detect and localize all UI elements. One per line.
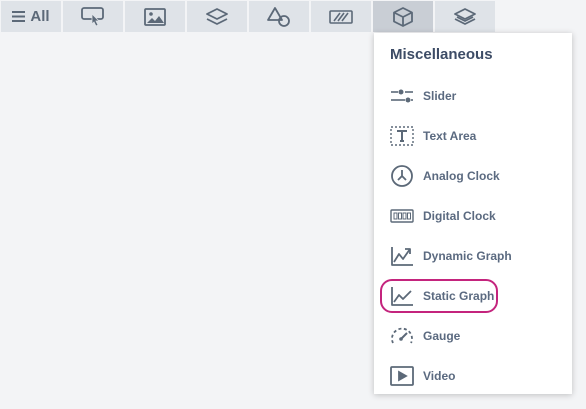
- menu-item-label: Video: [423, 369, 456, 383]
- menu-item-slider[interactable]: Slider: [382, 81, 564, 111]
- video-icon: [388, 363, 416, 389]
- text-area-icon: [388, 123, 416, 149]
- menu-item-label: Static Graph: [423, 289, 495, 303]
- tab-shapes[interactable]: [249, 1, 309, 32]
- image-icon: [144, 7, 166, 26]
- menu-item-label: Dynamic Graph: [423, 249, 512, 263]
- hatch-icon: [329, 9, 353, 24]
- tab-miscellaneous[interactable]: [373, 1, 433, 32]
- menu-item-text-area[interactable]: Text Area: [382, 121, 564, 151]
- menu-item-digital-clock[interactable]: Digital Clock: [382, 201, 564, 231]
- shapes-icon: [267, 6, 290, 27]
- menu-item-label: Analog Clock: [423, 169, 500, 183]
- gauge-icon: [388, 323, 416, 349]
- menu-item-analog-clock[interactable]: Analog Clock: [382, 161, 564, 191]
- digital-clock-icon: [388, 203, 416, 229]
- slider-icon: [388, 83, 416, 109]
- static-graph-icon: [388, 283, 416, 309]
- menu-item-label: Gauge: [423, 329, 461, 343]
- tab-all[interactable]: All: [1, 1, 61, 32]
- tab-interactions[interactable]: [63, 1, 123, 32]
- analog-clock-icon: [388, 163, 416, 189]
- menu-item-label: Digital Clock: [423, 209, 496, 223]
- tab-patterns[interactable]: [311, 1, 371, 32]
- toolbar-tabs: All: [0, 0, 586, 33]
- dynamic-graph-icon: [388, 243, 416, 269]
- menu-item-dynamic-graph[interactable]: Dynamic Graph: [382, 241, 564, 271]
- miscellaneous-dropdown: Miscellaneous Slider Text Area Analog Cl…: [374, 33, 572, 394]
- menu-item-static-graph[interactable]: Static Graph: [380, 279, 498, 313]
- layers-icon: [206, 7, 228, 25]
- hamburger-menu-icon: [12, 11, 26, 22]
- cube-icon: [393, 6, 413, 27]
- tab-images[interactable]: [125, 1, 185, 32]
- dropdown-title: Miscellaneous: [390, 46, 493, 63]
- tab-all-label: All: [30, 8, 50, 25]
- pointer-hand-icon: [81, 6, 104, 27]
- menu-item-label: Slider: [423, 89, 457, 103]
- menu-item-label: Text Area: [423, 129, 477, 143]
- menu-item-video[interactable]: Video: [382, 361, 564, 391]
- tab-stacks[interactable]: [435, 1, 495, 32]
- menu-item-gauge[interactable]: Gauge: [382, 321, 564, 351]
- stack-icon: [454, 7, 476, 25]
- tab-layers[interactable]: [187, 1, 247, 32]
